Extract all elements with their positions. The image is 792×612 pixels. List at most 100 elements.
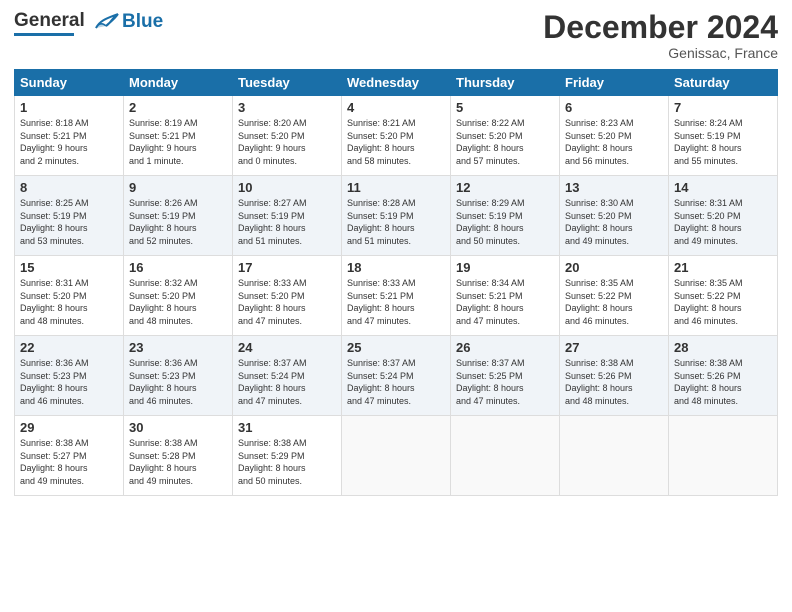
day-number: 28: [674, 340, 772, 355]
calendar-cell: 24Sunrise: 8:37 AM Sunset: 5:24 PM Dayli…: [233, 336, 342, 416]
day-number: 6: [565, 100, 663, 115]
day-number: 10: [238, 180, 336, 195]
day-number: 26: [456, 340, 554, 355]
col-monday: Monday: [124, 70, 233, 96]
calendar-cell: 19 Sunrise: 8:34 AM Sunset: 5:21 PM Dayli…: [451, 256, 560, 336]
day-number: 12: [456, 180, 554, 195]
day-info: Sunrise: 8:23 AM Sunset: 5:20 PM Dayligh…: [565, 117, 663, 167]
logo-underline: [14, 33, 74, 36]
day-info: Sunrise: 8:35 AM Sunset: 5:22 PM Dayligh…: [674, 277, 772, 327]
logo: General Blue: [14, 10, 163, 36]
day-number: 18: [347, 260, 445, 275]
day-info: Sunrise: 8:25 AM Sunset: 5:19 PM Dayligh…: [20, 197, 118, 247]
calendar-cell: [669, 416, 778, 496]
day-info: Sunrise: 8:36 AM Sunset: 5:23 PM Dayligh…: [20, 357, 118, 407]
calendar-cell: 29Sunrise: 8:38 AM Sunset: 5:27 PM Dayli…: [15, 416, 124, 496]
calendar-cell: 6 Sunrise: 8:23 AM Sunset: 5:20 PM Daylig…: [560, 96, 669, 176]
calendar-cell: [342, 416, 451, 496]
day-info: Sunrise: 8:27 AM Sunset: 5:19 PM Dayligh…: [238, 197, 336, 247]
day-number: 20: [565, 260, 663, 275]
day-info: Sunrise: 8:26 AM Sunset: 5:19 PM Dayligh…: [129, 197, 227, 247]
header-row: Sunday Monday Tuesday Wednesday Thursday…: [15, 70, 778, 96]
day-info: Sunrise: 8:37 AM Sunset: 5:24 PM Dayligh…: [347, 357, 445, 407]
calendar-cell: 4 Sunrise: 8:21 AM Sunset: 5:20 PM Daylig…: [342, 96, 451, 176]
day-info: Sunrise: 8:29 AM Sunset: 5:19 PM Dayligh…: [456, 197, 554, 247]
day-info: Sunrise: 8:24 AM Sunset: 5:19 PM Dayligh…: [674, 117, 772, 167]
calendar-cell: 15 Sunrise: 8:31 AM Sunset: 5:20 PM Dayli…: [15, 256, 124, 336]
day-info: Sunrise: 8:37 AM Sunset: 5:25 PM Dayligh…: [456, 357, 554, 407]
calendar-cell: 26 Sunrise: 8:37 AM Sunset: 5:25 PM Dayli…: [451, 336, 560, 416]
col-sunday: Sunday: [15, 70, 124, 96]
day-number: 5: [456, 100, 554, 115]
col-thursday: Thursday: [451, 70, 560, 96]
day-number: 19: [456, 260, 554, 275]
logo-blue: Blue: [122, 12, 163, 31]
calendar-cell: [560, 416, 669, 496]
day-info: Sunrise: 8:38 AM Sunset: 5:28 PM Dayligh…: [129, 437, 227, 487]
col-tuesday: Tuesday: [233, 70, 342, 96]
calendar-cell: 7 Sunrise: 8:24 AM Sunset: 5:19 PM Daylig…: [669, 96, 778, 176]
day-number: 14: [674, 180, 772, 195]
calendar-cell: 2Sunrise: 8:19 AM Sunset: 5:21 PM Daylig…: [124, 96, 233, 176]
calendar-cell: [451, 416, 560, 496]
day-number: 16: [129, 260, 227, 275]
header: General Blue December 2024 Genissac, Fra…: [14, 10, 778, 61]
day-number: 31: [238, 420, 336, 435]
day-info: Sunrise: 8:34 AM Sunset: 5:21 PM Dayligh…: [456, 277, 554, 327]
day-number: 29: [20, 420, 118, 435]
calendar-cell: 17Sunrise: 8:33 AM Sunset: 5:20 PM Dayli…: [233, 256, 342, 336]
calendar-cell: 28 Sunrise: 8:38 AM Sunset: 5:26 PM Dayli…: [669, 336, 778, 416]
day-number: 4: [347, 100, 445, 115]
day-number: 8: [20, 180, 118, 195]
day-number: 17: [238, 260, 336, 275]
day-info: Sunrise: 8:22 AM Sunset: 5:20 PM Dayligh…: [456, 117, 554, 167]
day-info: Sunrise: 8:31 AM Sunset: 5:20 PM Dayligh…: [674, 197, 772, 247]
calendar-cell: 14 Sunrise: 8:31 AM Sunset: 5:20 PM Dayli…: [669, 176, 778, 256]
calendar-week-row: 1Sunrise: 8:18 AM Sunset: 5:21 PM Daylig…: [15, 96, 778, 176]
logo-bird-icon: [92, 10, 120, 32]
day-info: Sunrise: 8:30 AM Sunset: 5:20 PM Dayligh…: [565, 197, 663, 247]
calendar-week-row: 29Sunrise: 8:38 AM Sunset: 5:27 PM Dayli…: [15, 416, 778, 496]
logo-general: General: [14, 10, 85, 31]
calendar-cell: 13 Sunrise: 8:30 AM Sunset: 5:20 PM Dayli…: [560, 176, 669, 256]
calendar-cell: 10 Sunrise: 8:27 AM Sunset: 5:19 PM Dayli…: [233, 176, 342, 256]
day-number: 1: [20, 100, 118, 115]
calendar-cell: 12 Sunrise: 8:29 AM Sunset: 5:19 PM Dayli…: [451, 176, 560, 256]
day-number: 13: [565, 180, 663, 195]
calendar-week-row: 22 Sunrise: 8:36 AM Sunset: 5:23 PM Dayli…: [15, 336, 778, 416]
col-friday: Friday: [560, 70, 669, 96]
calendar-cell: 22 Sunrise: 8:36 AM Sunset: 5:23 PM Dayli…: [15, 336, 124, 416]
day-info: Sunrise: 8:32 AM Sunset: 5:20 PM Dayligh…: [129, 277, 227, 327]
calendar-week-row: 15 Sunrise: 8:31 AM Sunset: 5:20 PM Dayli…: [15, 256, 778, 336]
day-info: Sunrise: 8:38 AM Sunset: 5:26 PM Dayligh…: [565, 357, 663, 407]
calendar-cell: 25 Sunrise: 8:37 AM Sunset: 5:24 PM Dayli…: [342, 336, 451, 416]
calendar-cell: 21 Sunrise: 8:35 AM Sunset: 5:22 PM Dayli…: [669, 256, 778, 336]
day-info: Sunrise: 8:31 AM Sunset: 5:20 PM Dayligh…: [20, 277, 118, 327]
calendar-cell: 27 Sunrise: 8:38 AM Sunset: 5:26 PM Dayli…: [560, 336, 669, 416]
day-info: Sunrise: 8:21 AM Sunset: 5:20 PM Dayligh…: [347, 117, 445, 167]
location-subtitle: Genissac, France: [543, 45, 778, 61]
day-number: 30: [129, 420, 227, 435]
calendar-cell: 9 Sunrise: 8:26 AM Sunset: 5:19 PM Daylig…: [124, 176, 233, 256]
day-info: Sunrise: 8:38 AM Sunset: 5:29 PM Dayligh…: [238, 437, 336, 487]
day-number: 11: [347, 180, 445, 195]
day-info: Sunrise: 8:28 AM Sunset: 5:19 PM Dayligh…: [347, 197, 445, 247]
day-number: 9: [129, 180, 227, 195]
day-info: Sunrise: 8:20 AM Sunset: 5:20 PM Dayligh…: [238, 117, 336, 167]
calendar-cell: 23Sunrise: 8:36 AM Sunset: 5:23 PM Dayli…: [124, 336, 233, 416]
day-number: 25: [347, 340, 445, 355]
day-info: Sunrise: 8:33 AM Sunset: 5:21 PM Dayligh…: [347, 277, 445, 327]
day-number: 22: [20, 340, 118, 355]
day-number: 21: [674, 260, 772, 275]
calendar-cell: 11 Sunrise: 8:28 AM Sunset: 5:19 PM Dayli…: [342, 176, 451, 256]
day-number: 7: [674, 100, 772, 115]
calendar-cell: 30 Sunrise: 8:38 AM Sunset: 5:28 PM Dayli…: [124, 416, 233, 496]
day-info: Sunrise: 8:35 AM Sunset: 5:22 PM Dayligh…: [565, 277, 663, 327]
calendar-cell: 5 Sunrise: 8:22 AM Sunset: 5:20 PM Daylig…: [451, 96, 560, 176]
day-info: Sunrise: 8:38 AM Sunset: 5:26 PM Dayligh…: [674, 357, 772, 407]
day-number: 15: [20, 260, 118, 275]
calendar-cell: 20 Sunrise: 8:35 AM Sunset: 5:22 PM Dayli…: [560, 256, 669, 336]
col-wednesday: Wednesday: [342, 70, 451, 96]
day-number: 27: [565, 340, 663, 355]
calendar-cell: 8 Sunrise: 8:25 AM Sunset: 5:19 PM Daylig…: [15, 176, 124, 256]
